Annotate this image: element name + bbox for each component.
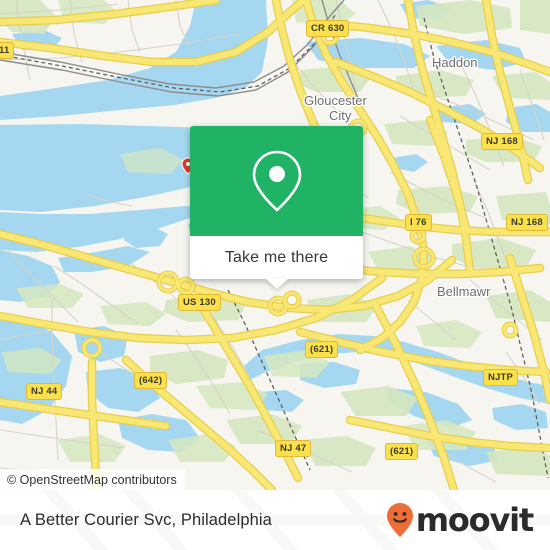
road-shield: US 130 xyxy=(178,294,221,311)
callout-pointer-tail xyxy=(265,279,288,289)
place-label-haddon: Haddon xyxy=(432,55,478,70)
road-shield: NJ 47 xyxy=(275,440,312,457)
road-shield: (642) xyxy=(134,372,168,389)
road-shield: NJTP xyxy=(483,369,519,386)
moovit-map-screenshot: 11 CR 630 NJ 168 I 76 NJ 168 US 130 (621… xyxy=(0,0,550,550)
moovit-smiley-pin-icon xyxy=(386,503,413,537)
map-pin-icon xyxy=(252,150,301,212)
take-me-there-label: Take me there xyxy=(224,248,329,266)
road-shield: NJ 44 xyxy=(26,383,63,400)
road-shield: (621) xyxy=(305,341,339,358)
road-shield: NJ 168 xyxy=(481,133,523,150)
place-label-gloucester-city: City xyxy=(329,108,352,123)
location-title: A Better Courier Svc, Philadelphia xyxy=(20,510,272,529)
place-label-bellmawr: Bellmawr xyxy=(437,284,491,299)
road-shield: I 76 xyxy=(405,214,432,231)
footer-bar: A Better Courier Svc, Philadelphia moovi… xyxy=(0,490,550,550)
callout-action-area[interactable]: Take me there xyxy=(190,236,363,279)
callout-icon-area xyxy=(190,126,363,236)
take-me-there-callout[interactable]: Take me there xyxy=(190,126,363,289)
moovit-wordmark: moovit xyxy=(415,501,534,539)
road-shield: CR 630 xyxy=(306,20,350,37)
road-shield: 11 xyxy=(0,42,15,59)
road-shield: NJ 168 xyxy=(506,214,548,231)
moovit-brand: moovit xyxy=(385,501,534,539)
osm-attribution-text: © OpenStreetMap contributors xyxy=(7,472,177,487)
place-label-gloucester: Gloucester xyxy=(304,93,367,108)
osm-attribution[interactable]: © OpenStreetMap contributors xyxy=(0,469,185,490)
road-shield: (621) xyxy=(385,443,419,460)
